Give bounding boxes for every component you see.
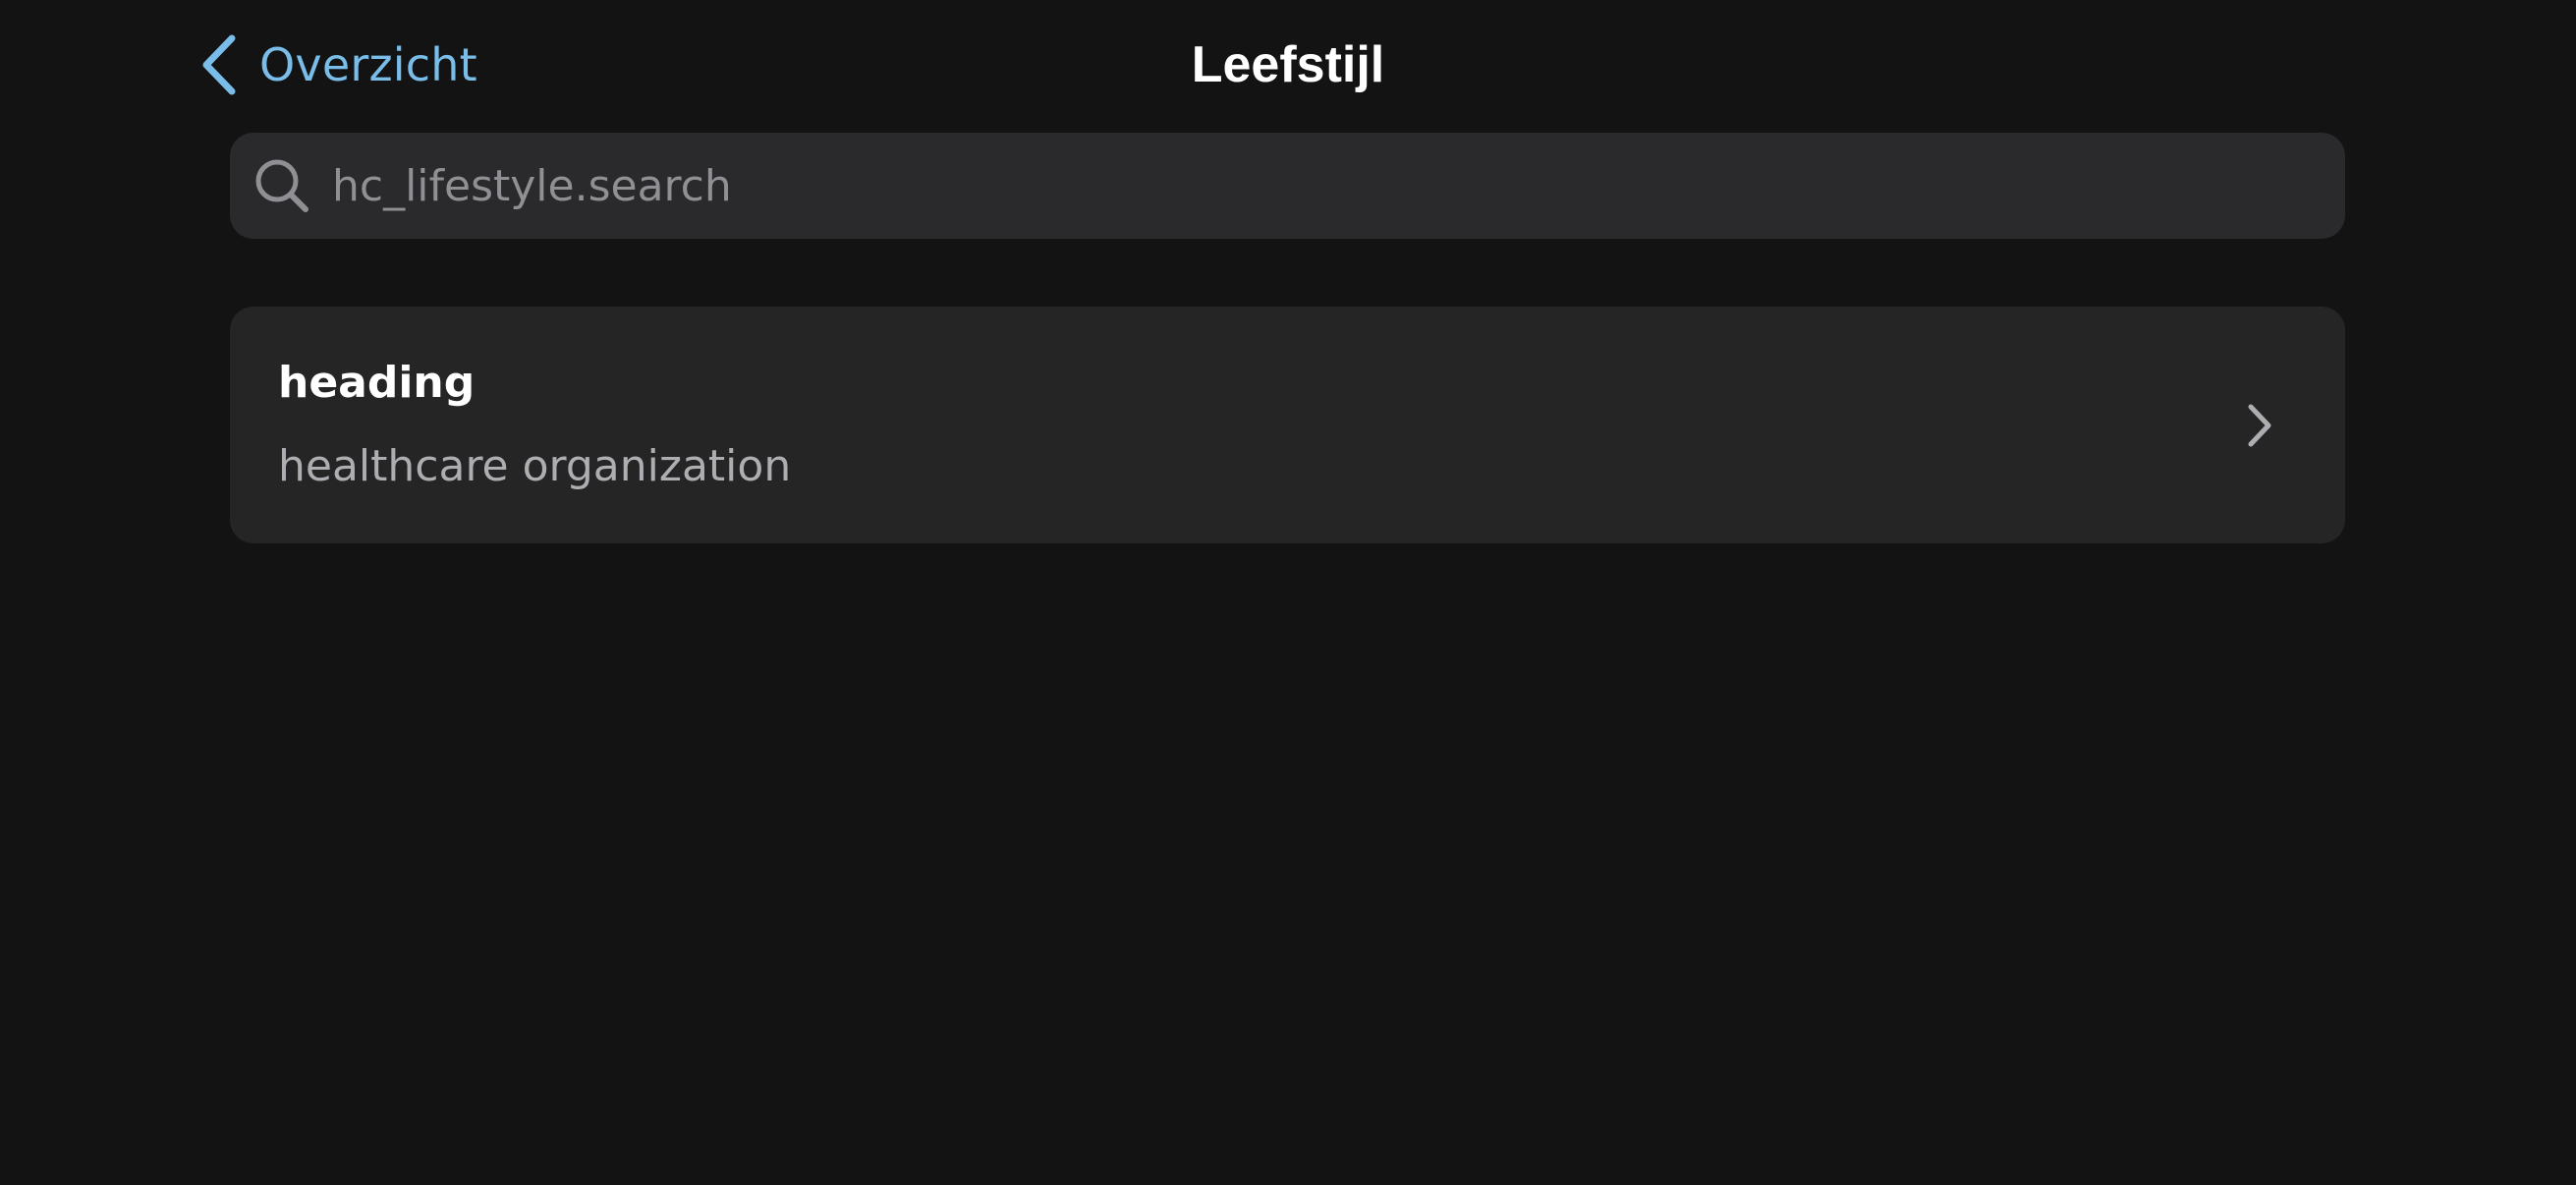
chevron-left-icon — [196, 32, 240, 97]
search-bar[interactable] — [230, 133, 2345, 239]
list-item[interactable]: heading healthcare organization — [230, 307, 2345, 543]
list-item-heading: heading — [278, 358, 476, 408]
list-item-subtitle: healthcare organization — [278, 441, 792, 491]
lifestyle-screen: Overzicht Leefstijl heading healthcare o… — [0, 0, 2576, 1185]
search-input[interactable] — [332, 133, 2345, 239]
search-icon — [252, 155, 312, 216]
back-button[interactable]: Overzicht — [196, 29, 477, 100]
chevron-right-icon — [2245, 401, 2274, 450]
back-button-label: Overzicht — [259, 38, 477, 91]
